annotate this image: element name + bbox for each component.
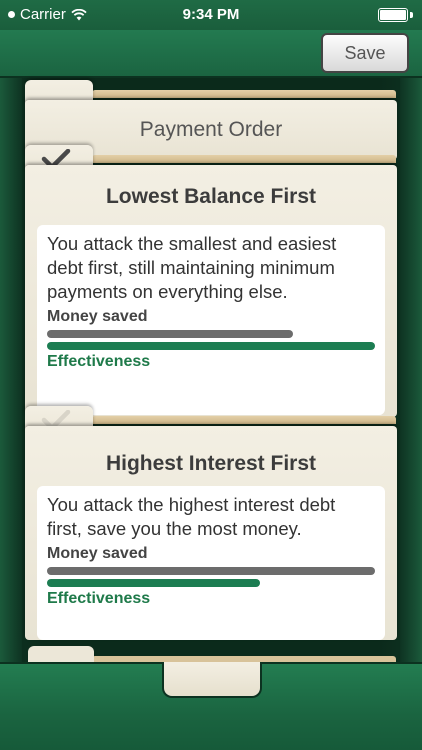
effectiveness-bar [47,579,375,587]
card-edge [92,155,396,163]
effectiveness-bar-fill [47,579,261,587]
effectiveness-label: Effectiveness [47,590,151,607]
money-saved-label: Money saved [47,308,148,325]
option-details: You attack the smallest and easiest debt… [37,225,385,415]
money-saved-bar [47,330,375,338]
status-bar: Carrier 9:34 PM [0,0,422,30]
money-saved-bar [47,567,375,575]
money-saved-label: Money saved [47,545,148,562]
card-edge [92,416,396,424]
card-edge [92,90,396,98]
option-details: You attack the highest interest debt fir… [37,486,385,640]
clock: 9:34 PM [182,6,240,23]
page-title: Payment Order [139,118,283,141]
effectiveness-bar-fill [47,342,375,350]
option-title: Lowest Balance First [105,185,317,208]
option-card-highest-interest[interactable]: Highest Interest First You attack the hi… [25,426,397,640]
effectiveness-bar [47,342,375,350]
money-saved-bar-fill [47,330,293,338]
option-card-lowest-balance[interactable]: Lowest Balance First You attack the smal… [25,165,397,417]
effectiveness-label: Effectiveness [47,353,151,370]
header-bar: Save [0,30,422,78]
save-button[interactable]: Save [321,33,409,73]
battery-icon [378,8,413,24]
drawer-handle-notch [162,662,262,698]
money-saved-bar-fill [47,567,375,575]
option-title: Highest Interest First [105,452,317,475]
drawer-wall-right [400,78,422,678]
option-description: You attack the highest interest debt fir… [47,494,336,539]
drawer-wall-left [0,78,22,678]
option-description: You attack the smallest and easiest debt… [47,233,337,302]
